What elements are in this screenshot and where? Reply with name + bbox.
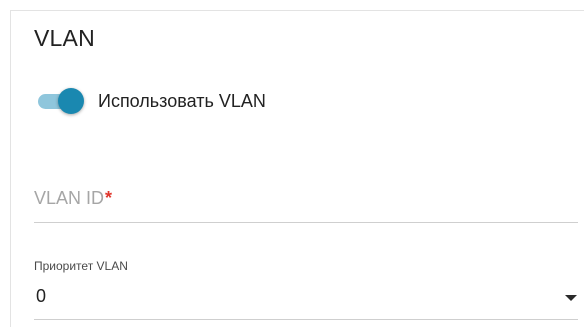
vlan-settings-card: VLAN Использовать VLAN VLAN ID* Приорите… bbox=[10, 10, 584, 327]
required-mark: * bbox=[105, 188, 113, 208]
section-title: VLAN bbox=[34, 25, 95, 51]
vlan-priority-label: Приоритет VLAN bbox=[34, 259, 128, 273]
vlan-priority-select[interactable]: Приоритет VLAN 0 bbox=[34, 255, 578, 320]
vlan-id-placeholder-text: VLAN ID bbox=[34, 188, 105, 208]
vlan-id-field[interactable]: VLAN ID* bbox=[34, 176, 578, 223]
use-vlan-toggle[interactable] bbox=[36, 86, 84, 116]
toggle-thumb[interactable] bbox=[58, 88, 84, 114]
vlan-priority-value: 0 bbox=[36, 286, 47, 306]
use-vlan-toggle-row: Использовать VLAN bbox=[36, 86, 266, 116]
use-vlan-label: Использовать VLAN bbox=[98, 90, 266, 111]
page: VLAN Использовать VLAN VLAN ID* Приорите… bbox=[0, 0, 584, 327]
vlan-id-placeholder: VLAN ID* bbox=[34, 188, 112, 209]
chevron-down-icon[interactable] bbox=[565, 295, 577, 301]
